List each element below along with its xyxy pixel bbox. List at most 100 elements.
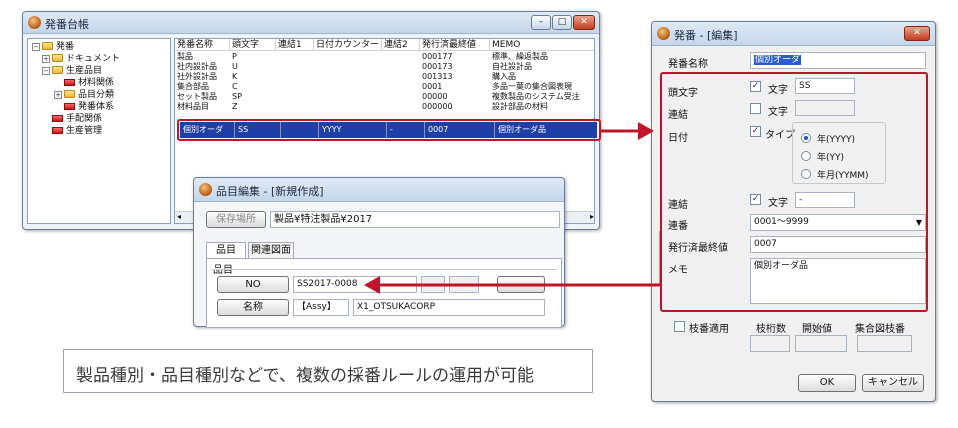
cell-last-value: 00000 bbox=[422, 92, 448, 101]
cell-last-value: 0001 bbox=[422, 82, 443, 91]
numbering-name-field[interactable]: 個別オーダ bbox=[750, 52, 926, 69]
name-prefix-field[interactable]: 【Assy】 bbox=[293, 299, 349, 316]
highlight-frame-dialog bbox=[660, 72, 928, 312]
maximize-button[interactable]: □ bbox=[552, 15, 572, 30]
cell-prefix: U bbox=[232, 62, 238, 71]
cell-link1 bbox=[276, 52, 314, 62]
name-field[interactable]: X1_OTSUKACORP bbox=[353, 299, 545, 316]
cell-link1 bbox=[276, 102, 314, 112]
grid-header-link1[interactable]: 連結1 bbox=[276, 39, 314, 51]
table-row[interactable]: 社外設計品 K 001313 購入品 bbox=[175, 72, 594, 82]
cell-prefix: K bbox=[232, 72, 238, 81]
name-button[interactable]: 名称 bbox=[217, 299, 289, 316]
folder-icon bbox=[64, 90, 75, 98]
cell-date-counter bbox=[314, 72, 382, 82]
cell-link2 bbox=[382, 102, 420, 112]
caption-box: 製品種別・品目種別などで、複数の採番ルールの運用が可能 bbox=[63, 349, 593, 393]
table-row[interactable]: 製品 P 000177 標準、繰返製品 bbox=[175, 52, 594, 62]
cell-link2 bbox=[382, 72, 420, 82]
cell-prefix: C bbox=[232, 82, 238, 91]
cell-memo: 標準、繰返製品 bbox=[492, 52, 548, 61]
edit-dialog-title: 発番 - [編集] bbox=[674, 29, 738, 42]
cell-link2 bbox=[382, 82, 420, 92]
cell-date-counter bbox=[314, 62, 382, 72]
red-folder-icon bbox=[64, 79, 75, 86]
grid-header-name[interactable]: 発番名称 bbox=[175, 39, 230, 51]
red-folder-icon bbox=[52, 127, 63, 134]
tree-node-material[interactable]: 材料関係 bbox=[64, 78, 114, 89]
numbering-name-value: 個別オーダ bbox=[754, 55, 802, 65]
table-row[interactable]: 社内設計品 U 000173 自社設計品 bbox=[175, 62, 594, 72]
cell-name: 社内設計品 bbox=[177, 62, 217, 71]
main-window-title: 発番台帳 bbox=[45, 18, 89, 31]
ok-button[interactable]: OK bbox=[798, 374, 856, 392]
cell-prefix: Z bbox=[232, 102, 238, 111]
cell-memo: 複数製品のシステム受注 bbox=[492, 92, 580, 101]
grid-header-prefix[interactable]: 頭文字 bbox=[230, 39, 276, 51]
table-row[interactable]: 集合部品 C 0001 多品一葉の集合図表現 bbox=[175, 82, 594, 92]
branch-start-field[interactable] bbox=[795, 335, 847, 352]
tree-node-hatsuban[interactable]: − 発番 bbox=[32, 42, 74, 53]
close-button[interactable]: ✕ bbox=[573, 15, 595, 30]
grid-header-last-value[interactable]: 発行済最終値 bbox=[420, 39, 490, 51]
cell-memo: 多品一葉の集合図表現 bbox=[492, 82, 572, 91]
tree-node-production-control[interactable]: 生産管理 bbox=[52, 126, 102, 137]
collapse-icon[interactable]: − bbox=[32, 43, 40, 51]
tree-node-numbering-system[interactable]: 発番体系 bbox=[64, 102, 114, 113]
cell-last-value: 000173 bbox=[422, 62, 453, 71]
tab-related-drawing[interactable]: 関連図面 bbox=[248, 242, 294, 259]
expand-icon[interactable]: + bbox=[42, 55, 50, 63]
caption-text: 製品種別・品目種別などで、複数の採番ルールの運用が可能 bbox=[76, 366, 534, 386]
cell-date-counter bbox=[314, 102, 382, 112]
branch-digits-field[interactable] bbox=[750, 335, 790, 352]
app-icon bbox=[199, 183, 212, 196]
cell-prefix: P bbox=[232, 52, 237, 61]
cell-link1 bbox=[276, 72, 314, 82]
table-row[interactable]: セット製品 SP 00000 複数製品のシステム受注 bbox=[175, 92, 594, 102]
table-row[interactable]: 材料品目 Z 000000 設計部品の材料 bbox=[175, 102, 594, 112]
tree-node-item-class[interactable]: + 品目分類 bbox=[54, 90, 114, 101]
tree-node-production-item[interactable]: − 生産品目 bbox=[42, 66, 102, 77]
minimize-button[interactable]: – bbox=[531, 15, 551, 30]
expand-icon[interactable]: + bbox=[54, 91, 62, 99]
arrow-right-icon bbox=[601, 122, 654, 140]
cell-last-value: 000000 bbox=[422, 102, 453, 111]
scroll-right-icon[interactable]: ▸ bbox=[590, 212, 594, 221]
red-folder-icon bbox=[64, 103, 75, 110]
scroll-left-icon[interactable]: ◂ bbox=[177, 212, 181, 221]
tree-node-document[interactable]: + ドキュメント bbox=[42, 54, 120, 65]
cell-link1 bbox=[276, 62, 314, 72]
red-folder-icon bbox=[52, 115, 63, 122]
cell-link1 bbox=[276, 82, 314, 92]
edit-dialog-titlebar: 発番 - [編集] ✕ bbox=[652, 22, 935, 46]
save-location-field[interactable]: 製品¥特注製品¥2017 bbox=[270, 211, 560, 228]
grid-header-link2[interactable]: 連結2 bbox=[382, 39, 420, 51]
highlight-frame-row bbox=[177, 119, 601, 141]
cancel-button[interactable]: キャンセル bbox=[862, 374, 924, 392]
cell-date-counter bbox=[314, 82, 382, 92]
collapse-icon[interactable]: − bbox=[42, 67, 50, 75]
cell-memo: 設計部品の材料 bbox=[492, 102, 548, 111]
branch-assembly-label: 集合図枝番 bbox=[855, 324, 905, 335]
grid-header-date-counter[interactable]: 日付カウンター bbox=[314, 39, 382, 51]
cell-name: 集合部品 bbox=[177, 82, 209, 91]
no-button[interactable]: NO bbox=[217, 276, 289, 293]
cell-link1 bbox=[276, 92, 314, 102]
app-icon bbox=[657, 27, 670, 40]
dialog-close-button[interactable]: ✕ bbox=[904, 26, 930, 41]
branch-checkbox[interactable] bbox=[674, 321, 685, 332]
grid-header-memo[interactable]: MEMO bbox=[490, 39, 594, 51]
cell-name: 材料品目 bbox=[177, 102, 209, 111]
branch-assembly-field[interactable] bbox=[857, 335, 912, 352]
tree-node-arrangement[interactable]: 手配関係 bbox=[52, 114, 102, 125]
cell-name: 製品 bbox=[177, 52, 193, 61]
item-window-titlebar: 品目編集 - [新規作成] bbox=[194, 178, 564, 202]
main-window-titlebar: 発番台帳 – □ ✕ bbox=[23, 12, 599, 34]
tree-panel: − 発番 + ドキュメント − 生産品目 材料関係 + 品目分類 発番体系 手配関係 生… bbox=[27, 38, 171, 224]
save-location-button[interactable]: 保存場所 bbox=[206, 211, 266, 228]
cell-link2 bbox=[382, 52, 420, 62]
arrow-left-icon bbox=[364, 231, 662, 294]
tab-item[interactable]: 品目 bbox=[206, 242, 246, 259]
branch-start-label: 開始値 bbox=[802, 324, 832, 335]
branch-digits-label: 枝桁数 bbox=[756, 324, 786, 335]
